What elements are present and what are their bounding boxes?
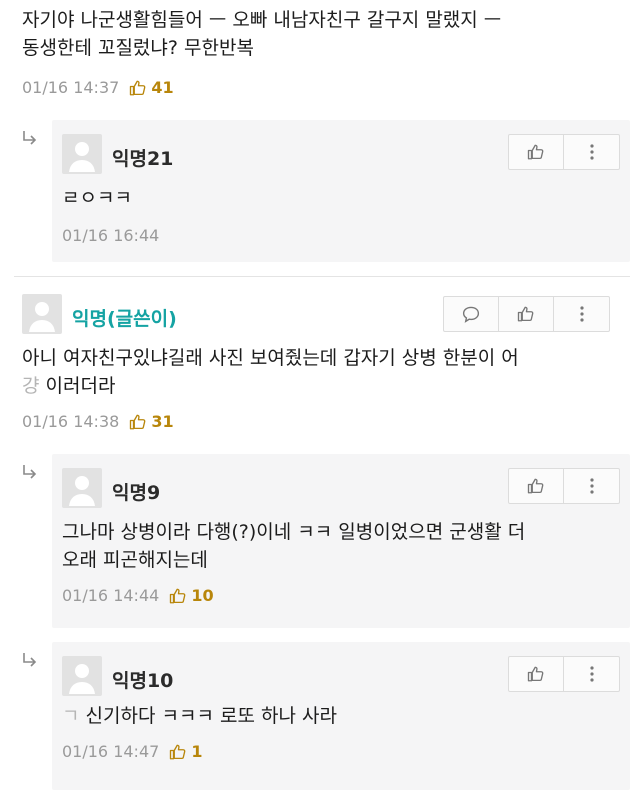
comment-text-line2: 걍 이러더라	[22, 372, 622, 400]
comment-actions	[508, 468, 620, 504]
thumbs-up-icon[interactable]	[169, 743, 187, 761]
comment-icon	[462, 306, 480, 323]
comment-text-line2: 오래 피곤해지는데	[62, 549, 208, 571]
comment-actions	[443, 296, 610, 332]
comment-time: 01/16 14:44	[62, 586, 160, 605]
comment-text: 아니 여자친구있냐길래 사진 보여줬는데 갑자기 상병 한분이 어 걍 이러더라	[22, 344, 622, 400]
comment-like-count: 10	[191, 586, 214, 605]
comment-text: ㄱ 신기하다 ㅋㅋㅋ 로또 하나 사라	[62, 702, 622, 730]
default-avatar-icon	[62, 134, 102, 174]
comment-text-line1: 아니 여자친구있냐길래 사진 보여줬는데 갑자기 상병 한분이 어	[22, 347, 519, 369]
thumbs-up-icon[interactable]	[129, 413, 147, 431]
more-vertical-icon	[589, 666, 594, 682]
comment-meta: 01/16 14:47 1	[62, 742, 202, 761]
reply-button[interactable]	[444, 297, 499, 331]
comment-text-line2-body: 이러더라	[45, 375, 116, 397]
comment-like-count: 31	[151, 412, 174, 431]
comment-text: ㄹㅇㅋㅋ	[62, 187, 132, 209]
post-text: 자기야 나군생활힘들어 ㅡ 오빠 내남자친구 갈구지 말랬지 ㅡ 동생한테 꼬질…	[22, 6, 622, 62]
op-name: 익명(글쓴이)	[72, 308, 177, 330]
post-time: 01/16 14:37	[22, 78, 120, 97]
thumbs-up-icon	[517, 306, 534, 322]
comment-meta: 01/16 14:44 10	[62, 586, 214, 605]
post-like-count: 41	[151, 78, 174, 97]
like-button[interactable]	[509, 657, 564, 691]
post-text-line1: 자기야 나군생활힘들어 ㅡ 오빠 내남자친구 갈구지 말랬지 ㅡ	[22, 9, 502, 31]
like-button[interactable]	[509, 135, 564, 169]
commenter-name: 익명9	[112, 482, 161, 504]
post-meta: 01/16 14:37 41	[22, 78, 174, 97]
reply-arrow-icon	[20, 462, 40, 486]
post-text-line2: 동생한테 꼬질렀냐? 무한반복	[22, 37, 254, 59]
thumbs-up-icon	[527, 478, 544, 494]
like-button[interactable]	[499, 297, 554, 331]
comment-meta: 01/16 14:38 31	[22, 412, 174, 431]
like-button[interactable]	[509, 469, 564, 503]
comment-meta: 01/16 16:44	[62, 226, 169, 245]
default-avatar-icon	[22, 294, 62, 334]
more-button[interactable]	[564, 657, 619, 691]
comment-like-count: 1	[191, 742, 203, 761]
comment-text-line1: 그나마 상병이라 다행(?)이네 ㅋㅋ 일병이었으면 군생활 더	[62, 521, 526, 543]
comment-text-body: 신기하다 ㅋㅋㅋ 로또 하나 사라	[85, 705, 337, 727]
comment-actions	[508, 134, 620, 170]
comment-text-line2-prefix: 걍	[22, 375, 40, 397]
more-button[interactable]	[554, 297, 609, 331]
comment-time: 01/16 14:38	[22, 412, 120, 431]
divider	[14, 276, 630, 277]
more-vertical-icon	[589, 144, 594, 160]
thumbs-up-icon[interactable]	[129, 79, 147, 97]
comment-text: 그나마 상병이라 다행(?)이네 ㅋㅋ 일병이었으면 군생활 더 오래 피곤해지…	[62, 518, 622, 574]
reply-arrow-icon	[20, 650, 40, 674]
reply-arrow-icon	[20, 128, 40, 152]
comment-actions	[508, 656, 620, 692]
more-button[interactable]	[564, 135, 619, 169]
comment-time: 01/16 16:44	[62, 226, 160, 245]
commenter-name: 익명21	[112, 148, 174, 170]
default-avatar-icon	[62, 656, 102, 696]
thumbs-up-icon	[527, 666, 544, 682]
thumbs-up-icon[interactable]	[169, 587, 187, 605]
commenter-name: 익명10	[112, 670, 174, 692]
more-button[interactable]	[564, 469, 619, 503]
default-avatar-icon	[62, 468, 102, 508]
comment-time: 01/16 14:47	[62, 742, 160, 761]
more-vertical-icon	[579, 306, 584, 322]
more-vertical-icon	[589, 478, 594, 494]
comment-text-prefix: ㄱ	[62, 705, 80, 727]
thumbs-up-icon	[527, 144, 544, 160]
